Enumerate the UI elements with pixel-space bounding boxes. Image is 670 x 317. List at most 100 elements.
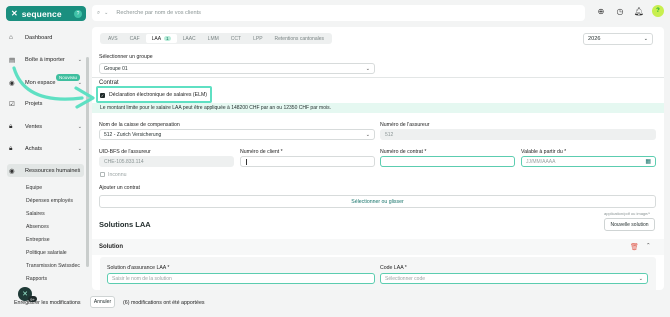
new-solution-label: Nouvelle solution [610, 221, 649, 228]
sidebar-subitem[interactable]: Equipe [26, 185, 42, 191]
laa-limit-info: Le montant limite pour le salaire LAA pe… [92, 103, 664, 113]
caisse-label: Nom de la caisse de compensation [99, 122, 180, 128]
year-select[interactable]: 2026 ⌄ [583, 33, 653, 45]
upload-contract-dropzone[interactable]: Sélectionner ou glisser [99, 195, 656, 208]
chevron-down-icon: ⌄ [643, 36, 648, 42]
chevron-up-icon[interactable]: ⌃ [646, 243, 651, 249]
tab-caf[interactable]: CAF [124, 34, 146, 43]
chevron-down-icon: ⌄ [77, 79, 82, 86]
tab-lpp[interactable]: LPP [247, 34, 268, 43]
tab-laa[interactable]: LAA 1 [145, 34, 177, 43]
sidebar-item-my-space[interactable]: ◉ Mon espace ⌄ [9, 76, 85, 89]
insurance-solution-placeholder: Saisir le nom de la solution [112, 275, 172, 282]
sidebar-subitem[interactable]: Rapports [26, 276, 47, 282]
clock-icon[interactable]: ◷ [614, 5, 626, 17]
new-solution-button[interactable]: Nouvelle solution [604, 218, 655, 231]
code-laa-select[interactable]: Sélectionner code ⌄ [380, 273, 648, 284]
valid-from-placeholder: JJ/MM/AAAA [526, 158, 556, 165]
brand-logo[interactable]: ✕ sequence ? [6, 6, 86, 21]
file-type-hint: application/pdf ou image/* [604, 211, 651, 216]
uid-field: CHE-105.833.114 [99, 156, 234, 167]
assureur-num-value: 512 [385, 131, 394, 138]
sidebar-subitem[interactable]: Salaires [26, 211, 45, 217]
bottom-bar: Enregistrer les modifications Annuler (6… [0, 290, 670, 317]
tab-retentions[interactable]: Retentions cantonales [269, 34, 330, 43]
notification-count-badge: 9+ [28, 296, 37, 302]
cancel-label: Annuler [93, 299, 112, 305]
solutions-title: Solutions LAA [99, 220, 151, 229]
info-text: Le montant limite pour le salaire LAA pe… [100, 105, 331, 111]
group-select[interactable]: Groupe 01 ⌄ [99, 63, 375, 74]
add-icon[interactable]: ⊕ [595, 5, 607, 17]
tab-count-badge: 1 [164, 36, 171, 41]
tab-lmm[interactable]: LMM [202, 34, 225, 43]
client-number-input[interactable] [240, 156, 375, 167]
sidebar-subitem[interactable]: Dépenses employés [26, 198, 73, 204]
add-contract-label: Ajouter un contrat [99, 185, 140, 191]
lock-icon: 🔒︎ [9, 144, 13, 152]
solution-header[interactable] [92, 239, 664, 255]
valid-from-label: Valable à partir du * [521, 149, 567, 155]
upload-contract-text: Sélectionner ou glisser [351, 198, 404, 205]
sidebar-item-sales[interactable]: 🔒︎ Ventes ⌄ [9, 120, 85, 133]
uid-value: CHE-105.833.114 [104, 158, 144, 165]
sidebar-item-hr[interactable]: ◉ Ressources humaines ⌃ [7, 164, 84, 177]
caisse-select[interactable]: 512 - Zurich Versicherung ⌄ [99, 129, 375, 140]
sidebar-scrollbar[interactable] [86, 57, 89, 267]
changes-status: (6) modifications ont été apportées [123, 300, 205, 306]
trash-icon[interactable]: 🗑︎ [630, 243, 639, 251]
sidebar-subitem[interactable]: Entreprise [26, 237, 50, 243]
person-icon: ◉ [9, 79, 15, 87]
tab-laac[interactable]: LAAC [177, 34, 202, 43]
search-input[interactable]: Recherche par nom de vos clients [116, 10, 201, 16]
search-bar[interactable]: ⌕ ⌄ Recherche par nom de vos clients [92, 5, 585, 21]
top-icons: ⊕ ◷ 🔔︎ ? [595, 5, 670, 17]
sidebar-item-purchases[interactable]: 🔒︎ Achats ⌄ [9, 142, 85, 155]
sidebar-item-label: Boîte à importer [25, 56, 65, 63]
sidebar-item-label: Mon espace [25, 79, 56, 86]
top-bar: ✕ sequence ? ⌕ ⌄ Recherche par nom de vo… [0, 0, 670, 27]
chevron-down-icon: ⌄ [77, 56, 82, 63]
logo-mark-icon: ✕ [11, 9, 18, 18]
tab-label: Retentions cantonales [274, 35, 325, 42]
chevron-down-icon[interactable]: ⌄ [104, 10, 108, 16]
sidebar-subitem[interactable]: Transmission Swissdec [26, 263, 80, 269]
sidebar-item-projects[interactable]: ☑ Projets [9, 97, 85, 110]
sidebar-subitem[interactable]: Absences [26, 224, 49, 230]
brand-name: sequence [21, 8, 62, 19]
chevron-down-icon: ⌄ [77, 123, 82, 130]
tab-avs[interactable]: AVS [102, 34, 124, 43]
sidebar-item-label: Projets [25, 100, 43, 107]
tab-label: CAF [129, 35, 140, 42]
tab-label: LAA [151, 35, 162, 42]
contract-number-label: Numéro de contrat * [380, 149, 427, 155]
insurance-solution-label: Solution d'assurance LAA * [107, 265, 170, 271]
insurance-solution-input[interactable]: Saisir le nom de la solution [107, 273, 375, 284]
tab-label: AVS [108, 35, 118, 42]
code-laa-placeholder: Sélectionner code [385, 275, 426, 282]
calendar-icon[interactable]: ▦ [645, 158, 651, 165]
brand-badge: ? [74, 9, 82, 18]
sidebar-item-label: Ventes [25, 123, 43, 130]
contract-number-input[interactable] [380, 156, 515, 167]
group-value: Groupe 01 [104, 65, 128, 72]
sidebar-item-inbox[interactable]: ▤ Boîte à importer ⌄ [9, 53, 85, 66]
check-square-icon: ☑ [9, 100, 15, 108]
divider [92, 77, 664, 78]
valid-from-input[interactable]: JJ/MM/AAAA ▦ [521, 156, 656, 167]
code-laa-label: Code LAA * [380, 265, 407, 271]
sidebar-item-dashboard[interactable]: ⌂ Dashboard [9, 31, 85, 44]
tab-cct[interactable]: CCT [225, 34, 247, 43]
text-cursor [246, 158, 247, 165]
tab-label: CCT [230, 35, 242, 42]
main-panel: AVS CAF LAA 1 LAAC LMM CCT LPP Retentions… [92, 27, 664, 290]
avatar[interactable]: ? [652, 5, 664, 17]
sidebar-subitem[interactable]: Politique salariale [26, 250, 67, 256]
tab-label: LAAC [182, 35, 196, 42]
solution-label: Solution [99, 244, 123, 250]
chevron-down-icon: ⌄ [77, 145, 82, 152]
cancel-button[interactable]: Annuler [90, 296, 115, 308]
bell-icon[interactable]: 🔔︎ [633, 5, 645, 17]
unknown-checkbox[interactable] [100, 172, 105, 177]
unknown-checkbox-label: Inconnu [108, 171, 127, 178]
